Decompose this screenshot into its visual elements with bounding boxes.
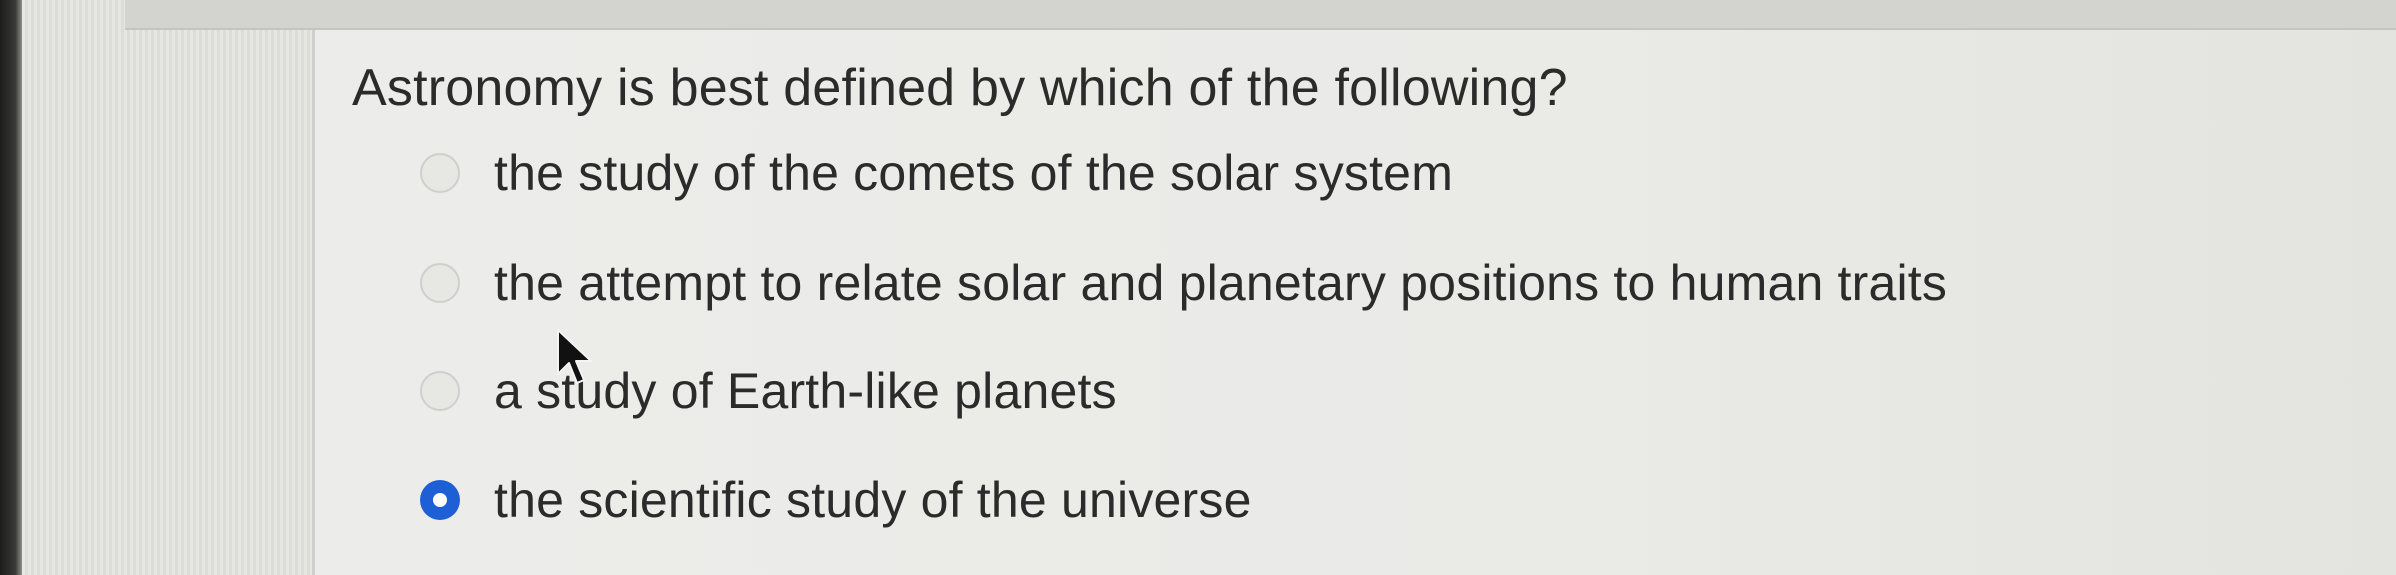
question-prompt: Astronomy is best defined by which of th… bbox=[352, 59, 1568, 117]
radio-button-selected[interactable] bbox=[420, 480, 460, 520]
screen-bezel bbox=[0, 0, 22, 575]
option-label: the scientific study of the universe bbox=[494, 472, 1252, 528]
previous-question-edge bbox=[125, 0, 2396, 30]
radio-button[interactable] bbox=[420, 263, 460, 303]
option-label: the study of the comets of the solar sys… bbox=[494, 145, 1454, 201]
option-comets[interactable]: the study of the comets of the solar sys… bbox=[420, 138, 1453, 208]
option-label: the attempt to relate solar and planetar… bbox=[494, 255, 1948, 311]
option-earth-like-planets[interactable]: a study of Earth-like planets bbox=[420, 356, 1117, 426]
mouse-pointer-icon bbox=[557, 329, 592, 384]
radio-button[interactable] bbox=[420, 153, 460, 193]
option-astrology[interactable]: the attempt to relate solar and planetar… bbox=[420, 248, 1947, 318]
option-universe[interactable]: the scientific study of the universe bbox=[420, 465, 1252, 535]
radio-button[interactable] bbox=[420, 371, 460, 411]
left-margin bbox=[22, 0, 312, 575]
